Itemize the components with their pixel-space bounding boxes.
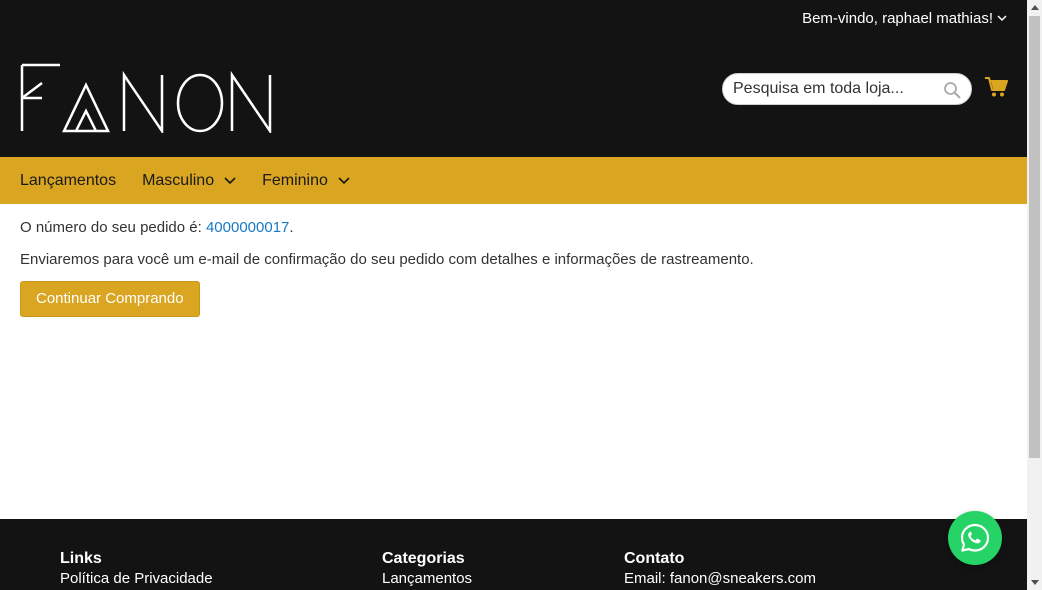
checkout-success-content: O número do seu pedido é: 4000000017. En…	[20, 218, 754, 317]
order-number-line: O número do seu pedido é: 4000000017.	[20, 218, 754, 238]
account-menu[interactable]: Bem-vindo, raphael mathias!	[802, 10, 1007, 27]
chevron-down-icon	[338, 176, 350, 184]
site-header: Bem-vindo, raphael mathias!	[0, 0, 1027, 157]
scrollbar-thumb[interactable]	[1029, 16, 1040, 458]
vertical-scrollbar[interactable]	[1027, 0, 1042, 590]
welcome-text: Bem-vindo, raphael mathias!	[802, 10, 993, 27]
footer-categories-title: Categorias	[382, 550, 465, 567]
search-icon[interactable]	[943, 81, 961, 99]
main-navigation: Lançamentos Masculino Feminino	[0, 157, 1027, 204]
whatsapp-icon	[960, 523, 990, 552]
scroll-up-arrow-icon[interactable]	[1027, 0, 1042, 15]
confirmation-message: Enviaremos para você um e-mail de confir…	[20, 251, 754, 268]
chevron-down-icon	[224, 176, 236, 184]
scroll-down-arrow-icon[interactable]	[1027, 575, 1042, 590]
nav-item-lancamentos[interactable]: Lançamentos	[20, 172, 116, 190]
nav-item-label: Masculino	[142, 171, 215, 189]
footer-links-column: Links Política de Privacidade	[60, 549, 213, 589]
cart-icon[interactable]	[984, 76, 1008, 98]
site-footer: Links Política de Privacidade Categorias…	[0, 519, 1027, 590]
footer-contact-column: Contato Email: fanon@sneakers.com	[624, 549, 816, 589]
order-number-prefix: O número do seu pedido é:	[20, 219, 206, 236]
whatsapp-button[interactable]	[948, 511, 1002, 565]
footer-links-title: Links	[60, 550, 102, 567]
continue-shopping-button[interactable]: Continuar Comprando	[20, 281, 200, 317]
footer-categories-column: Categorias Lançamentos	[382, 549, 472, 589]
order-number-suffix: .	[289, 219, 294, 236]
nav-item-label: Lançamentos	[20, 171, 117, 189]
search-input[interactable]	[733, 80, 933, 98]
chevron-down-icon	[997, 15, 1007, 22]
footer-contact-title: Contato	[624, 550, 685, 567]
order-number-link[interactable]: 4000000017	[206, 219, 289, 236]
footer-link-privacy[interactable]: Política de Privacidade	[60, 569, 213, 589]
nav-item-feminino[interactable]: Feminino	[262, 172, 350, 190]
page: Bem-vindo, raphael mathias! Pesquisa em …	[0, 0, 1027, 590]
footer-contact-email[interactable]: Email: fanon@sneakers.com	[624, 569, 816, 589]
nav-item-masculino[interactable]: Masculino	[142, 172, 236, 190]
footer-link-lancamentos[interactable]: Lançamentos	[382, 569, 472, 589]
nav-item-label: Feminino	[262, 171, 328, 189]
fanon-logo[interactable]	[20, 63, 272, 133]
search-box	[722, 73, 972, 105]
